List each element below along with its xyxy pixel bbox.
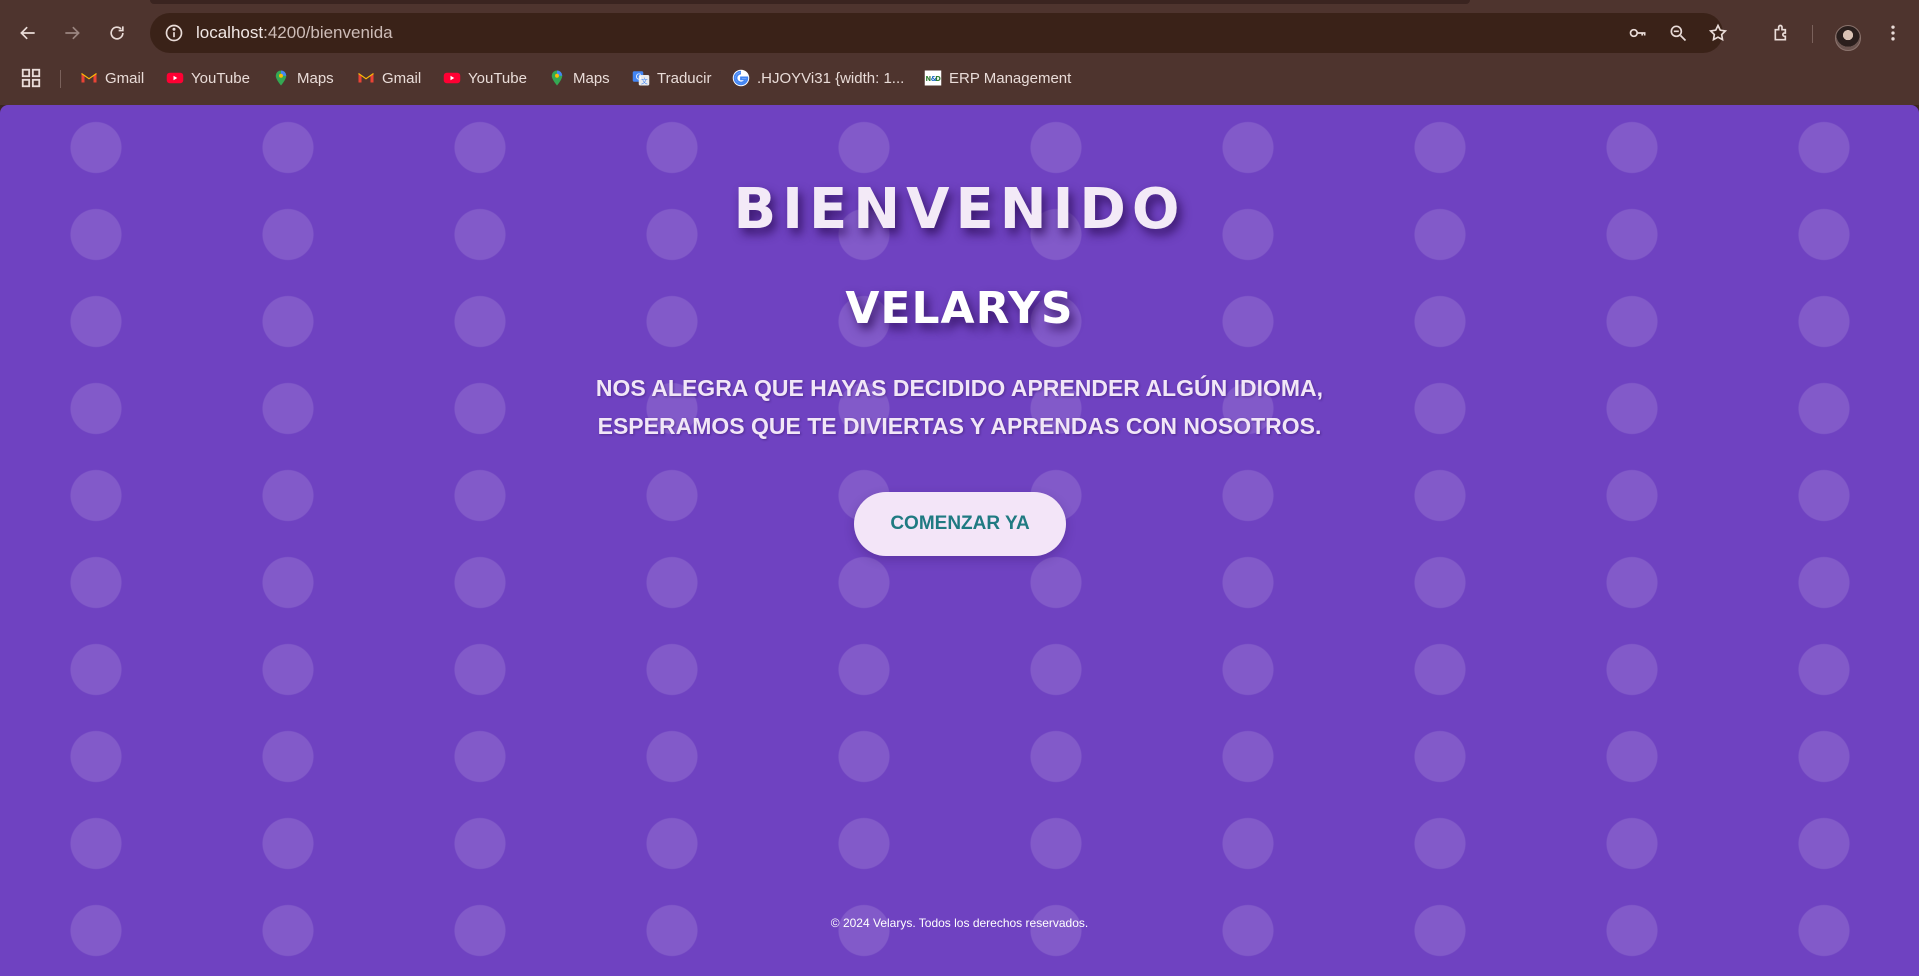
maps-icon: [548, 69, 566, 87]
gmail-icon: [357, 69, 375, 87]
bookmark-label: ERP Management: [949, 69, 1072, 87]
bookmark-label: Gmail: [105, 69, 145, 87]
bookmark-label: Maps: [573, 69, 610, 87]
forward-button[interactable]: [56, 17, 88, 49]
bookmark-erp-management[interactable]: N & D ERP Management: [924, 66, 1071, 90]
url-text[interactable]: localhost:4200/bienvenida: [196, 13, 393, 53]
extensions-icon[interactable]: [1766, 17, 1798, 49]
welcome-page: BIENVENIDO VELARYS NOS ALEGRA QUE HAYAS …: [0, 105, 1919, 976]
arrow-left-icon: [20, 26, 35, 40]
bookmark-youtube-1[interactable]: YouTube: [166, 66, 250, 90]
footer-copyright: © 2024 Velarys. Todos los derechos reser…: [830, 916, 1089, 930]
menu-icon[interactable]: [1877, 17, 1909, 49]
bookmark-maps-1[interactable]: Maps: [272, 66, 334, 90]
bookmark-label: Maps: [297, 69, 334, 87]
bookmark-label: Gmail: [382, 69, 422, 87]
url-path: :4200/bienvenida: [263, 23, 393, 42]
address-bar[interactable]: localhost:4200/bienvenida: [150, 13, 1728, 53]
url-host: localhost: [196, 23, 264, 42]
bookmark-gmail-2[interactable]: Gmail: [357, 66, 421, 90]
bookmarks-divider: [60, 70, 61, 88]
browser-chrome: localhost:4200/bienvenida Gmail YouTube …: [0, 0, 1919, 105]
arrow-right-icon: [65, 26, 80, 40]
welcome-message: NOS ALEGRA QUE HAYAS DECIDIDO APRENDER A…: [0, 369, 1919, 445]
bookmark-google-search[interactable]: .HJOYVi31 {width: 1...: [732, 66, 904, 90]
bookmark-traducir[interactable]: G文 Traducir: [632, 66, 711, 90]
youtube-icon: [443, 69, 461, 87]
youtube-icon: [166, 69, 184, 87]
start-now-button[interactable]: COMENZAR YA: [854, 492, 1066, 556]
page-title: BIENVENIDO: [733, 177, 1186, 242]
toolbar-divider: [1812, 25, 1813, 43]
welcome-message-line-2: ESPERAMOS QUE TE DIVIERTAS Y APRENDAS CO…: [597, 413, 1322, 439]
tab-strip-edge: [150, 0, 1470, 4]
reload-button[interactable]: [101, 17, 133, 49]
brand-name: VELARYS: [845, 283, 1074, 334]
bookmark-label: YouTube: [191, 69, 250, 87]
site-info-icon[interactable]: [160, 19, 188, 47]
bookmark-label: .HJOYVi31 {width: 1...: [757, 69, 905, 87]
reload-icon: [110, 26, 124, 40]
svg-text:文: 文: [641, 76, 648, 85]
password-key-icon[interactable]: [1624, 19, 1652, 47]
browser-toolbar: localhost:4200/bienvenida: [0, 8, 1919, 58]
erp-icon: N & D: [924, 69, 942, 87]
svg-text:D: D: [935, 75, 941, 83]
bookmarks-bar: Gmail YouTube Maps Gmail YouTube Maps G文…: [0, 62, 1919, 94]
gmail-icon: [80, 69, 98, 87]
zoom-icon[interactable]: [1664, 19, 1692, 47]
bookmark-star-icon[interactable]: [1704, 19, 1732, 47]
maps-icon: [272, 69, 290, 87]
google-icon: [732, 69, 750, 87]
welcome-message-line-1: NOS ALEGRA QUE HAYAS DECIDIDO APRENDER A…: [595, 375, 1324, 401]
bookmark-gmail-1[interactable]: Gmail: [80, 66, 144, 90]
translate-icon: G文: [632, 69, 650, 87]
profile-avatar[interactable]: [1835, 25, 1861, 51]
apps-grid-icon[interactable]: [20, 67, 42, 89]
bookmark-label: YouTube: [468, 69, 527, 87]
back-button[interactable]: [12, 17, 44, 49]
bookmark-maps-2[interactable]: Maps: [548, 66, 610, 90]
bookmark-youtube-2[interactable]: YouTube: [443, 66, 527, 90]
bookmark-label: Traducir: [657, 69, 712, 87]
